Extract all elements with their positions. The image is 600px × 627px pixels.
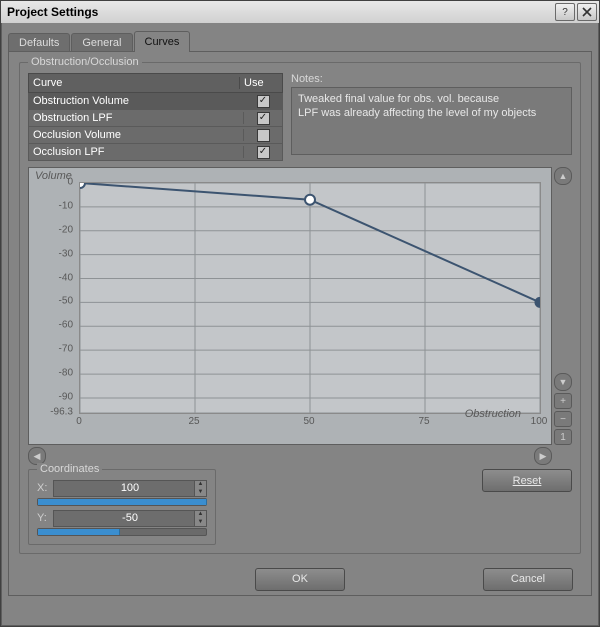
curve-name: Occlusion LPF — [29, 146, 244, 158]
curves-panel: Obstruction/Occlusion Curve Use Obstruct… — [8, 51, 592, 596]
coordinates-group: Coordinates X: 100 ▲▼ Y: -5 — [28, 469, 216, 545]
x-tick: 0 — [76, 416, 82, 427]
scroll-down-button[interactable]: ▼ — [554, 373, 572, 391]
x-slider[interactable] — [37, 498, 207, 506]
ok-button[interactable]: OK — [255, 568, 345, 591]
tab-general[interactable]: General — [71, 33, 132, 52]
y-label: Y: — [37, 512, 53, 524]
y-value: -50 — [122, 512, 138, 524]
y-tick: 0 — [33, 177, 77, 188]
reset-button[interactable]: Reset — [482, 469, 572, 492]
y-tick: -10 — [33, 200, 77, 211]
curve-name: Obstruction LPF — [29, 112, 244, 124]
table-row[interactable]: Obstruction LPF — [28, 110, 283, 127]
col-use: Use — [240, 77, 282, 89]
chart-frame: Volume Obstruction 0-10-20-30-40-50-60-7… — [28, 167, 552, 445]
obstruction-occlusion-group: Obstruction/Occlusion Curve Use Obstruct… — [19, 62, 581, 554]
help-icon: ? — [562, 7, 568, 18]
plot-area[interactable] — [79, 182, 541, 414]
curve-point[interactable] — [80, 183, 85, 188]
x-label: X: — [37, 482, 53, 494]
chart-hscroll: ◀ ▶ — [28, 447, 552, 463]
cancel-button[interactable]: Cancel — [483, 568, 573, 591]
y-slider[interactable] — [37, 528, 207, 536]
reset-label: Reset — [513, 475, 542, 487]
tabstrip: Defaults General Curves — [8, 29, 592, 51]
coordinates-legend: Coordinates — [37, 463, 102, 475]
zoom-in-button[interactable]: + — [554, 393, 572, 409]
table-row[interactable]: Occlusion LPF — [28, 144, 283, 161]
x-tick: 75 — [418, 416, 429, 427]
project-settings-dialog: Project Settings ? Defaults General Curv… — [0, 0, 600, 627]
help-button[interactable]: ? — [555, 3, 575, 21]
y-tick: -96.3 — [33, 407, 77, 418]
zoom-out-button[interactable]: − — [554, 411, 572, 427]
y-tick: -30 — [33, 248, 77, 259]
zoom-reset-button[interactable]: 1 — [554, 429, 572, 445]
spin-down-icon[interactable]: ▼ — [194, 488, 206, 496]
tab-defaults[interactable]: Defaults — [8, 33, 70, 52]
curve-name: Occlusion Volume — [29, 129, 244, 141]
use-checkbox[interactable] — [257, 95, 270, 108]
chart-xlabel: Obstruction — [465, 408, 521, 420]
dialog-body: Defaults General Curves Obstruction/Occl… — [1, 23, 599, 626]
x-input[interactable]: 100 ▲▼ — [53, 480, 207, 497]
y-tick: -50 — [33, 296, 77, 307]
dialog-footer: OK Cancel — [9, 563, 591, 595]
group-legend: Obstruction/Occlusion — [28, 56, 142, 68]
table-row[interactable]: Occlusion Volume — [28, 127, 283, 144]
close-button[interactable] — [577, 3, 597, 21]
spin-up-icon[interactable]: ▲ — [194, 511, 206, 519]
use-checkbox[interactable] — [257, 146, 270, 159]
tab-curves[interactable]: Curves — [134, 31, 191, 52]
curve-chart: Volume Obstruction 0-10-20-30-40-50-60-7… — [28, 167, 572, 463]
scroll-up-button[interactable]: ▲ — [554, 167, 572, 185]
use-checkbox[interactable] — [257, 129, 270, 142]
y-tick: -60 — [33, 320, 77, 331]
window-title: Project Settings — [7, 5, 553, 19]
curve-point[interactable] — [305, 195, 315, 205]
y-tick: -80 — [33, 368, 77, 379]
y-tick: -20 — [33, 224, 77, 235]
notes-label: Notes: — [291, 73, 572, 85]
x-value: 100 — [121, 482, 139, 494]
y-tick: -40 — [33, 272, 77, 283]
y-tick: -70 — [33, 344, 77, 355]
titlebar: Project Settings ? — [1, 1, 599, 24]
spin-up-icon[interactable]: ▲ — [194, 481, 206, 489]
x-tick: 100 — [531, 416, 548, 427]
curve-table: Curve Use Obstruction Volume Obstruction… — [28, 73, 283, 161]
notes-textarea[interactable]: Tweaked final value for obs. vol. becaus… — [291, 87, 572, 155]
spin-down-icon[interactable]: ▼ — [194, 518, 206, 526]
close-icon — [582, 7, 592, 17]
col-curve: Curve — [29, 77, 240, 89]
scroll-right-button[interactable]: ▶ — [534, 447, 552, 465]
x-tick: 50 — [303, 416, 314, 427]
chart-vscroll: ▲ ▼ + − 1 — [554, 167, 572, 445]
curve-point[interactable] — [535, 297, 540, 307]
curve-name: Obstruction Volume — [29, 95, 244, 107]
notes-section: Notes: Tweaked final value for obs. vol.… — [291, 73, 572, 161]
y-tick: -90 — [33, 391, 77, 402]
x-tick: 25 — [188, 416, 199, 427]
curve-table-header: Curve Use — [28, 73, 283, 93]
use-checkbox[interactable] — [257, 112, 270, 125]
y-input[interactable]: -50 ▲▼ — [53, 510, 207, 527]
table-row[interactable]: Obstruction Volume — [28, 93, 283, 110]
